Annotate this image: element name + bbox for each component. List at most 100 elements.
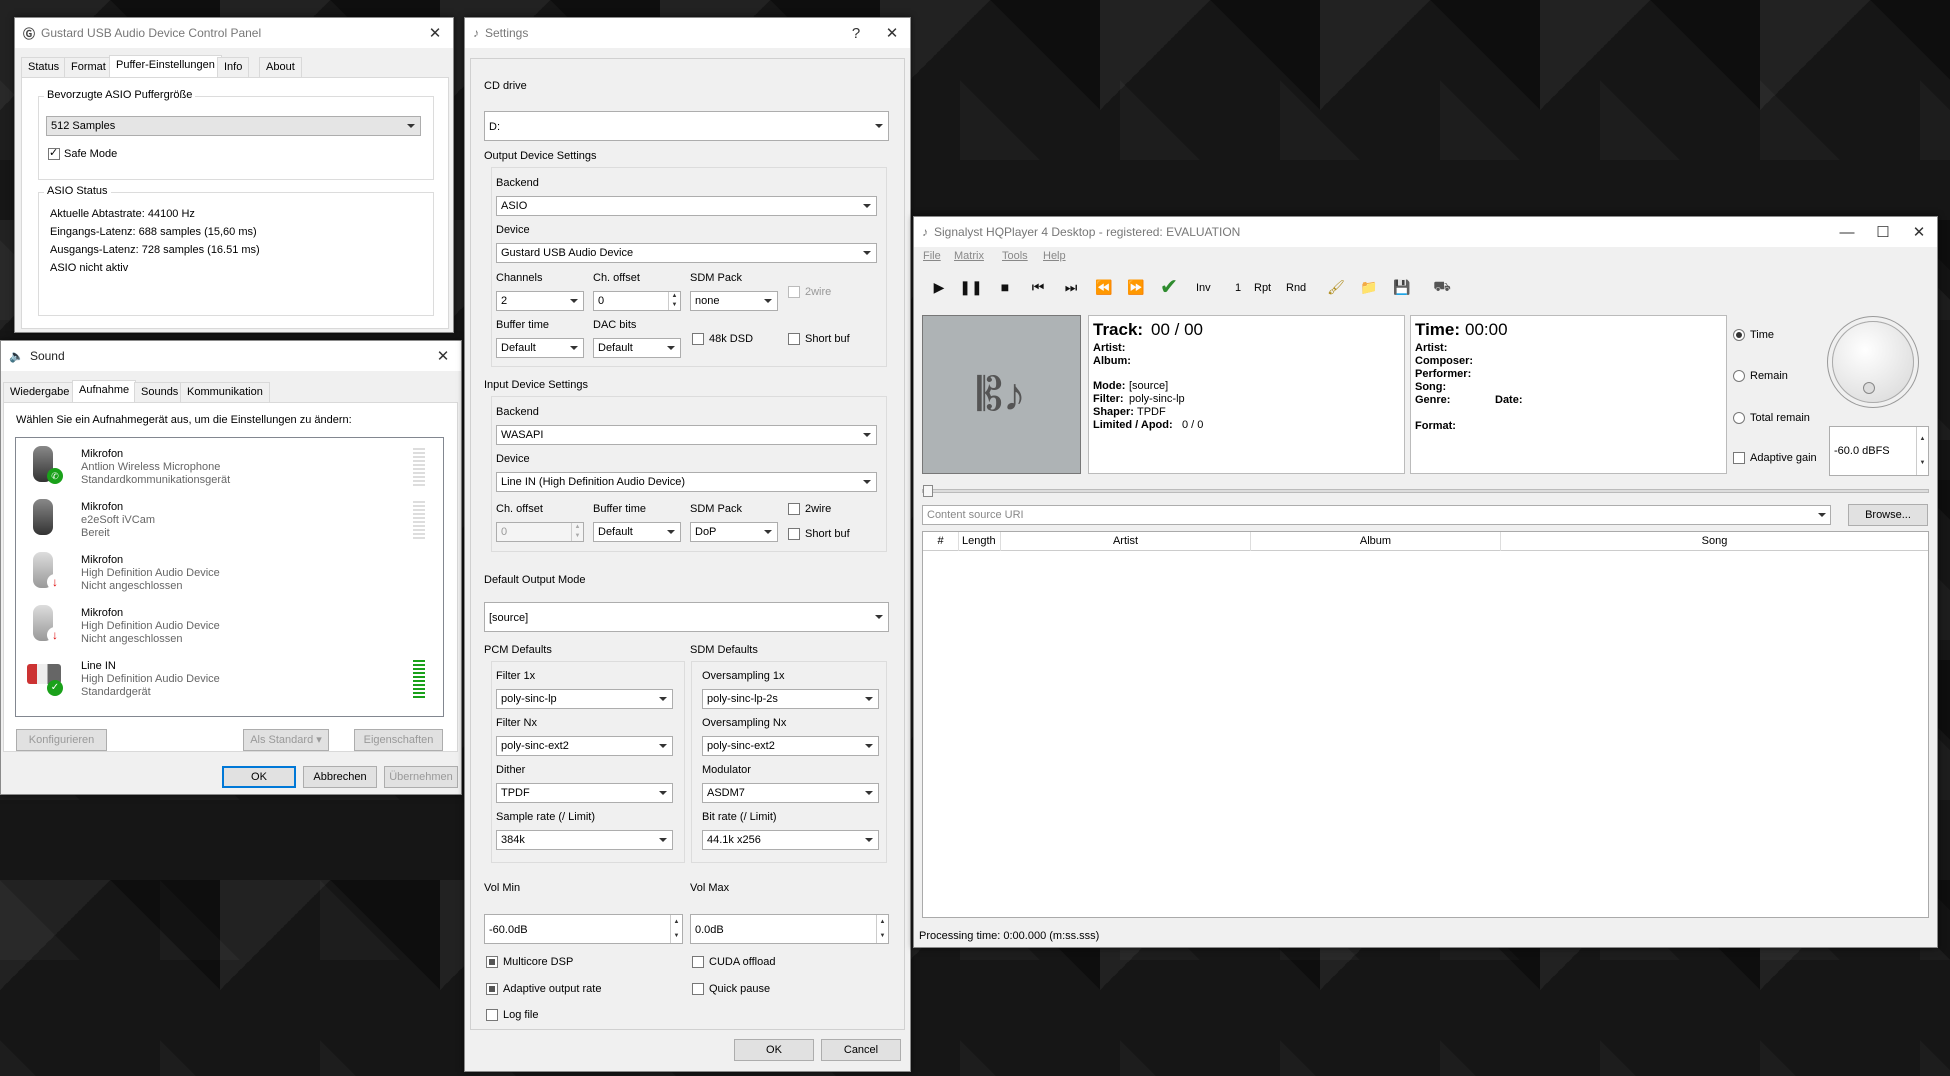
column-number[interactable]: # xyxy=(923,532,959,551)
maximize-icon[interactable]: ☐ xyxy=(1865,217,1901,247)
in-short-buf-checkbox[interactable] xyxy=(788,528,800,540)
seek-handle[interactable] xyxy=(923,485,933,497)
buffer-size-select[interactable]: 512 Samples xyxy=(46,116,421,136)
brush-icon[interactable]: 🖌 xyxy=(1325,276,1347,298)
menu-tools[interactable]: Tools xyxy=(1002,250,1028,262)
configure-button[interactable]: Konfigurieren xyxy=(16,729,107,751)
adaptive-rate-checkbox[interactable] xyxy=(486,983,498,995)
forward-icon[interactable]: ⏩ xyxy=(1125,276,1147,298)
spin-arrows-icon[interactable]: ▲ ▼ xyxy=(1916,427,1928,475)
spin-arrows-icon[interactable]: ▲ ▼ xyxy=(571,523,583,541)
play-icon[interactable]: ▶ xyxy=(928,276,950,298)
safe-mode-checkbox[interactable] xyxy=(48,146,60,160)
next-icon[interactable]: ⏭ xyxy=(1060,276,1082,298)
save-icon[interactable]: 💾 xyxy=(1391,276,1413,298)
osnx-select[interactable]: poly-sinc-ext2 xyxy=(702,736,879,756)
random-button[interactable]: Rnd xyxy=(1286,282,1306,294)
volmax-spinbox[interactable]: 0.0dB ▲ ▼ xyxy=(690,914,889,944)
tab-sounds[interactable]: Sounds xyxy=(134,382,186,402)
minimize-icon[interactable]: — xyxy=(1829,217,1865,247)
list-item[interactable]: ✓ Line IN High Definition Audio Device S… xyxy=(21,652,437,705)
twowire-checkbox[interactable] xyxy=(788,286,800,298)
out-device-select[interactable]: Gustard USB Audio Device xyxy=(496,243,877,263)
in-sdm-pack-select[interactable]: DoP xyxy=(690,522,778,542)
adaptive-gain-checkbox[interactable] xyxy=(1733,452,1745,464)
in-backend-select[interactable]: WASAPI xyxy=(496,425,877,445)
bitrate-select[interactable]: 44.1k x256 xyxy=(702,830,879,850)
os1x-select[interactable]: poly-sinc-lp-2s xyxy=(702,689,879,709)
samplerate-select[interactable]: 384k xyxy=(496,830,673,850)
close-icon[interactable]: ✕ xyxy=(1901,217,1937,247)
tab-status[interactable]: Status xyxy=(21,57,67,77)
close-icon[interactable]: ✕ xyxy=(425,341,461,371)
cancel-button[interactable]: Abbrechen xyxy=(303,766,377,788)
cancel-button[interactable]: Cancel xyxy=(821,1039,901,1061)
list-item[interactable]: Mikrofon e2eSoft iVCam Bereit xyxy=(21,493,437,546)
volmin-spinbox[interactable]: -60.0dB ▲ ▼ xyxy=(484,914,683,944)
menu-help[interactable]: Help xyxy=(1043,250,1066,262)
tab-aufnahme[interactable]: Aufnahme xyxy=(72,380,137,402)
spin-arrows-icon[interactable]: ▲ ▼ xyxy=(670,915,682,943)
dac-bits-select[interactable]: Default xyxy=(593,338,681,358)
volume-spinbox[interactable]: -60.0 dBFS ▲ ▼ xyxy=(1829,426,1929,476)
total-remain-radio[interactable] xyxy=(1733,412,1745,424)
remain-radio[interactable] xyxy=(1733,370,1745,382)
out-backend-select[interactable]: ASIO xyxy=(496,196,877,216)
rewind-icon[interactable]: ⏪ xyxy=(1093,276,1115,298)
volume-knob[interactable] xyxy=(1832,321,1914,403)
repeat-button[interactable]: Rpt xyxy=(1254,282,1271,294)
one-button[interactable]: 1 xyxy=(1235,282,1241,294)
short-buf-checkbox[interactable] xyxy=(788,333,800,345)
close-icon[interactable]: ✕ xyxy=(874,18,910,48)
default-mode-select[interactable]: [source] xyxy=(484,602,889,632)
close-icon[interactable]: ✕ xyxy=(417,18,453,48)
check-icon[interactable]: ✔ xyxy=(1158,274,1180,299)
in-buffer-time-select[interactable]: Default xyxy=(593,522,681,542)
dither-select[interactable]: TPDF xyxy=(496,783,673,803)
column-artist[interactable]: Artist xyxy=(1001,532,1251,551)
cuda-checkbox[interactable] xyxy=(692,956,704,968)
dsd48k-checkbox[interactable] xyxy=(692,333,704,345)
tab-info[interactable]: Info xyxy=(217,57,250,77)
ok-button[interactable]: OK xyxy=(222,766,296,788)
in-device-select[interactable]: Line IN (High Definition Audio Device) xyxy=(496,472,877,492)
browse-button[interactable]: Browse... xyxy=(1848,504,1928,526)
pause-icon[interactable]: ❚❚ xyxy=(959,276,982,298)
ok-button[interactable]: OK xyxy=(734,1039,814,1061)
help-icon[interactable]: ? xyxy=(838,18,874,48)
column-album[interactable]: Album xyxy=(1251,532,1501,551)
spin-arrows-icon[interactable]: ▲ ▼ xyxy=(876,915,888,943)
filternx-select[interactable]: poly-sinc-ext2 xyxy=(496,736,673,756)
quick-pause-checkbox[interactable] xyxy=(692,983,704,995)
list-item[interactable]: ✆ Mikrofon Antlion Wireless Microphone S… xyxy=(21,440,437,493)
channels-select[interactable]: 2 xyxy=(496,291,584,311)
list-item[interactable]: ↓ Mikrofon High Definition Audio Device … xyxy=(21,599,437,652)
multicore-checkbox[interactable] xyxy=(486,956,498,968)
transport-icon[interactable]: ⛟ xyxy=(1431,276,1453,298)
tab-format[interactable]: Format xyxy=(64,57,113,77)
out-sdm-pack-select[interactable]: none xyxy=(690,291,778,311)
properties-button[interactable]: Eigenschaften xyxy=(354,729,443,751)
in-ch-offset-spinbox[interactable]: 0 ▲ ▼ xyxy=(496,522,584,542)
spin-arrows-icon[interactable]: ▲ ▼ xyxy=(668,292,680,310)
column-length[interactable]: Length xyxy=(959,532,1001,551)
menu-file[interactable]: File xyxy=(923,250,941,262)
cd-drive-select[interactable]: D: xyxy=(484,111,889,141)
invert-button[interactable]: Inv xyxy=(1196,282,1211,294)
time-radio[interactable] xyxy=(1733,329,1745,341)
modulator-select[interactable]: ASDM7 xyxy=(702,783,879,803)
uri-input[interactable]: Content source URI xyxy=(922,505,1831,525)
folder-icon[interactable]: 📁 xyxy=(1358,276,1380,298)
ch-offset-spinbox[interactable]: 0 ▲ ▼ xyxy=(593,291,681,311)
seek-slider[interactable] xyxy=(922,485,1929,497)
out-buffer-time-select[interactable]: Default xyxy=(496,338,584,358)
chevron-down-icon[interactable] xyxy=(1818,513,1826,517)
apply-button[interactable]: Übernehmen xyxy=(384,766,458,788)
tab-wiedergabe[interactable]: Wiedergabe xyxy=(3,382,77,402)
tab-about[interactable]: About xyxy=(259,57,302,77)
set-default-button[interactable]: Als Standard ▾ xyxy=(243,729,329,751)
previous-icon[interactable]: ⏮ xyxy=(1027,276,1049,298)
column-song[interactable]: Song xyxy=(1501,532,1928,551)
list-item[interactable]: ↓ Mikrofon High Definition Audio Device … xyxy=(21,546,437,599)
filter1x-select[interactable]: poly-sinc-lp xyxy=(496,689,673,709)
